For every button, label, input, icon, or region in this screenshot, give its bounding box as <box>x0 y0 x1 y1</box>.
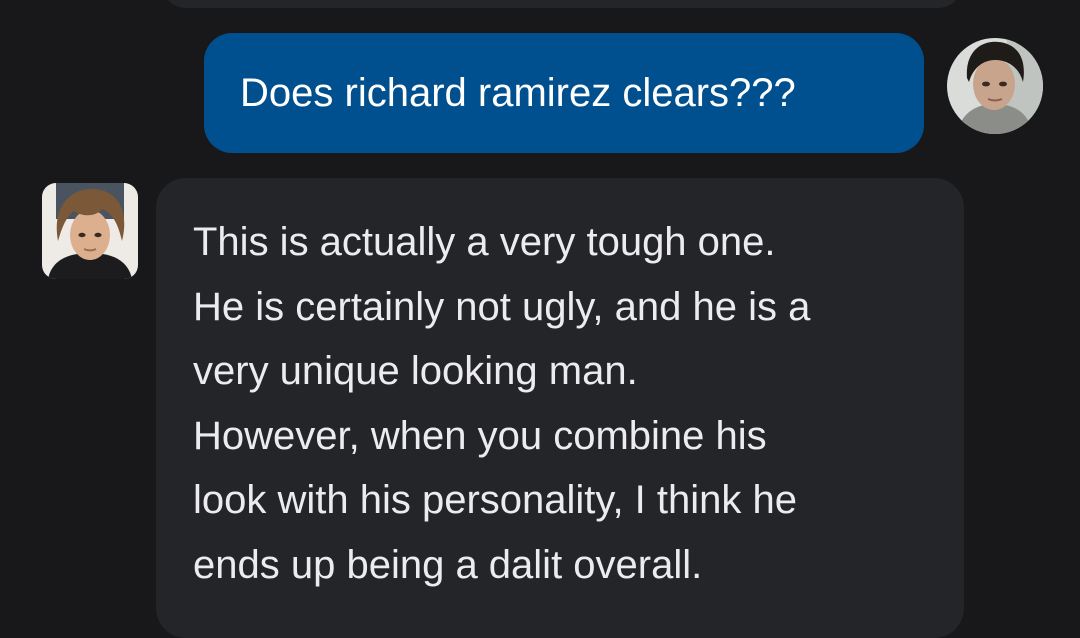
bot-message-bubble[interactable]: This is actually a very tough one. He is… <box>156 178 964 638</box>
bot-avatar-photo-icon <box>42 183 138 279</box>
user-avatar-photo-icon <box>947 38 1043 134</box>
previous-message-bubble <box>162 0 962 8</box>
user-message-text: Does richard ramirez clears??? <box>240 71 796 115</box>
bot-avatar[interactable] <box>42 183 138 279</box>
user-avatar[interactable] <box>947 38 1043 134</box>
bot-message-text: This is actually a very tough one. He is… <box>193 220 811 587</box>
user-message-bubble[interactable]: Does richard ramirez clears??? <box>204 33 924 153</box>
